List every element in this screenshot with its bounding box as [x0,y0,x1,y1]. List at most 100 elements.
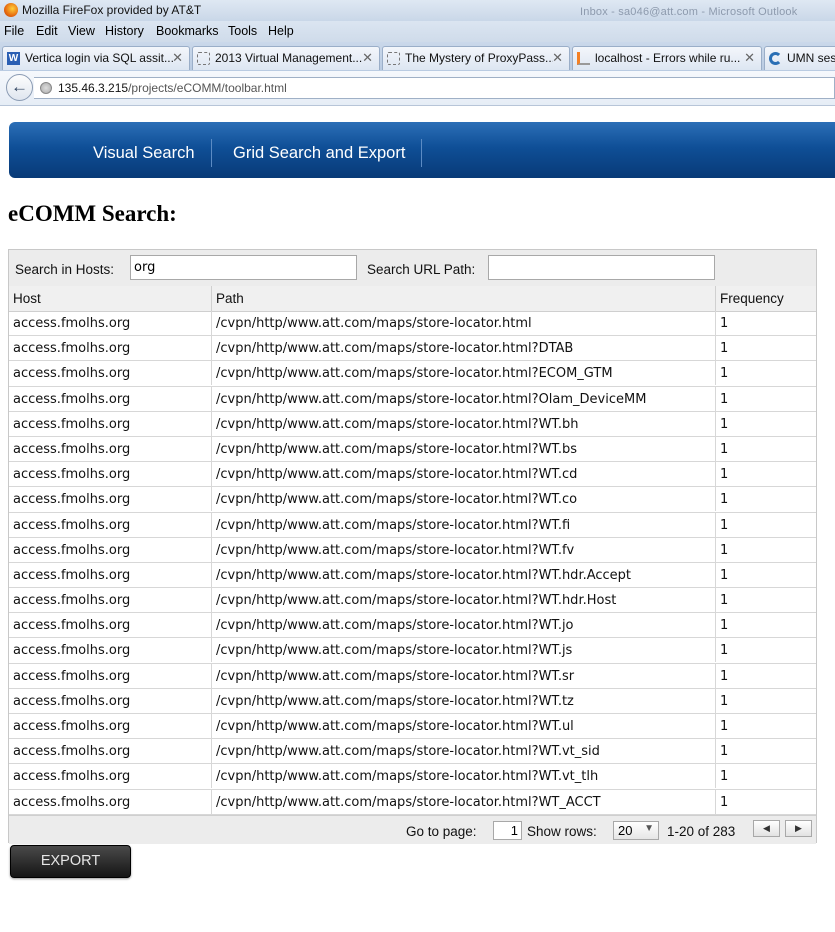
window-title-ghost: Inbox - sa046@att.com - Microsoft Outloo… [580,6,798,18]
path-cell: /cvpn/http/www.att.com/maps/store-locato… [212,663,716,688]
frequency-cell: 1 [720,593,729,609]
chevron-right-icon: ▶ [795,823,802,833]
table-row[interactable]: access.fmolhs.org/cvpn/http/www.att.com/… [9,764,816,790]
table-row[interactable]: access.fmolhs.org/cvpn/http/www.att.com/… [9,638,816,664]
nav-separator [211,139,212,167]
back-button[interactable]: ← [6,74,33,101]
tab-localhost-errors[interactable]: localhost - Errors while ru... ✕ [572,46,762,70]
table-row[interactable]: access.fmolhs.org/cvpn/http/www.att.com/… [9,436,816,463]
frequency-cell: 1 [720,492,729,508]
path-cell: /cvpn/http/www.att.com/maps/store-locato… [212,739,716,764]
table-row[interactable]: access.fmolhs.org/cvpn/http/www.att.com/… [9,512,816,538]
table-row[interactable]: access.fmolhs.org/cvpn/http/www.att.com/… [9,487,816,513]
app-navigation: Visual Search Grid Search and Export [9,122,835,178]
url-host: 135.46.3.215 [58,81,129,95]
menu-view[interactable]: View [68,24,95,38]
column-header-host[interactable]: Host [9,286,212,311]
url-text: 135.46.3.215/projects/eCOMM/toolbar.html [58,81,287,95]
window-title: Mozilla FireFox provided by AT&T [22,3,202,17]
chevron-left-icon: ◀ [763,823,770,833]
frequency-cell: 1 [720,542,729,558]
window-titlebar: Mozilla FireFox provided by AT&T Inbox -… [0,0,835,21]
host-cell: access.fmolhs.org [9,537,212,562]
table-row[interactable]: access.fmolhs.org/cvpn/http/www.att.com/… [9,789,816,815]
menu-file[interactable]: File [4,24,24,38]
menu-bookmarks[interactable]: Bookmarks [156,24,219,38]
host-cell: access.fmolhs.org [9,638,212,663]
close-icon[interactable]: ✕ [362,50,373,66]
menu-tools[interactable]: Tools [228,24,257,38]
host-cell: access.fmolhs.org [9,588,212,613]
table-body: access.fmolhs.org/cvpn/http/www.att.com/… [9,311,816,815]
table-row[interactable]: access.fmolhs.org/cvpn/http/www.att.com/… [9,311,816,337]
next-page-button[interactable]: ▶ [785,820,812,837]
host-cell: access.fmolhs.org [9,436,212,461]
url-path: /projects/eCOMM/toolbar.html [128,81,287,95]
close-icon[interactable]: ✕ [552,50,563,66]
host-cell: access.fmolhs.org [9,512,212,537]
nav-grid-search-export[interactable]: Grid Search and Export [233,144,405,163]
tab-proxypass[interactable]: The Mystery of ProxyPass... ✕ [382,46,570,70]
url-bar[interactable]: 135.46.3.215/projects/eCOMM/toolbar.html [34,77,835,99]
close-icon[interactable]: ✕ [172,50,183,66]
tab-label: 2013 Virtual Management... [215,51,363,65]
navigation-bar: ← 135.46.3.215/projects/eCOMM/toolbar.ht… [0,71,835,106]
host-cell: access.fmolhs.org [9,386,212,411]
table-row[interactable]: access.fmolhs.org/cvpn/http/www.att.com/… [9,688,816,714]
tab-vertica[interactable]: W Vertica login via SQL assit... ✕ [2,46,190,70]
column-header-frequency[interactable]: Frequency [716,286,816,311]
table-row[interactable]: access.fmolhs.org/cvpn/http/www.att.com/… [9,739,816,765]
back-arrow-icon: ← [11,77,28,96]
path-search-label: Search URL Path: [367,262,476,277]
hosts-search-input[interactable] [130,255,357,280]
table-row[interactable]: access.fmolhs.org/cvpn/http/www.att.com/… [9,588,816,614]
menu-edit[interactable]: Edit [36,24,58,38]
table-row[interactable]: access.fmolhs.org/cvpn/http/www.att.com/… [9,386,816,412]
path-search-input[interactable] [488,255,715,280]
table-row[interactable]: access.fmolhs.org/cvpn/http/www.att.com/… [9,361,816,387]
table-row[interactable]: access.fmolhs.org/cvpn/http/www.att.com/… [9,336,816,362]
frequency-cell: 1 [720,794,729,810]
table-row[interactable]: access.fmolhs.org/cvpn/http/www.att.com/… [9,714,816,740]
path-cell: /cvpn/http/www.att.com/maps/store-locato… [212,436,716,461]
frequency-cell: 1 [720,441,729,457]
path-cell: /cvpn/http/www.att.com/maps/store-locato… [212,714,716,738]
tab-umn[interactable]: UMN ses [764,46,835,70]
table-row[interactable]: access.fmolhs.org/cvpn/http/www.att.com/… [9,663,816,689]
host-cell: access.fmolhs.org [9,311,212,335]
goto-page-label: Go to page: [406,824,477,839]
menu-history[interactable]: History [105,24,144,38]
host-cell: access.fmolhs.org [9,336,212,361]
table-row[interactable]: access.fmolhs.org/cvpn/http/www.att.com/… [9,537,816,563]
menu-help[interactable]: Help [268,24,294,38]
previous-page-button[interactable]: ◀ [753,820,780,837]
frequency-cell: 1 [720,391,729,407]
frequency-cell: 1 [720,467,729,483]
host-cell: access.fmolhs.org [9,688,212,713]
table-row[interactable]: access.fmolhs.org/cvpn/http/www.att.com/… [9,562,816,589]
path-cell: /cvpn/http/www.att.com/maps/store-locato… [212,537,716,562]
path-cell: /cvpn/http/www.att.com/maps/store-locato… [212,764,716,789]
frequency-cell: 1 [720,517,729,533]
table-header: Host Path Frequency [9,286,816,312]
table-row[interactable]: access.fmolhs.org/cvpn/http/www.att.com/… [9,411,816,437]
path-cell: /cvpn/http/www.att.com/maps/store-locato… [212,789,716,814]
tab-virtual-management[interactable]: 2013 Virtual Management... ✕ [192,46,380,70]
host-cell: access.fmolhs.org [9,411,212,436]
path-cell: /cvpn/http/www.att.com/maps/store-locato… [212,638,716,663]
table-row[interactable]: access.fmolhs.org/cvpn/http/www.att.com/… [9,462,816,488]
blank-page-icon [387,52,400,65]
column-header-path[interactable]: Path [212,286,716,311]
host-cell: access.fmolhs.org [9,789,212,814]
host-cell: access.fmolhs.org [9,714,212,738]
export-button[interactable]: EXPORT [10,845,131,878]
path-cell: /cvpn/http/www.att.com/maps/store-locato… [212,688,716,713]
nav-visual-search[interactable]: Visual Search [93,144,195,163]
rows-per-page-select[interactable]: 20 ▼ [613,821,659,840]
table-row[interactable]: access.fmolhs.org/cvpn/http/www.att.com/… [9,613,816,639]
path-cell: /cvpn/http/www.att.com/maps/store-locato… [212,336,716,361]
frequency-cell: 1 [720,668,729,684]
close-icon[interactable]: ✕ [744,50,755,66]
page-number-input[interactable]: 1 [493,821,522,840]
c-icon [769,52,782,65]
